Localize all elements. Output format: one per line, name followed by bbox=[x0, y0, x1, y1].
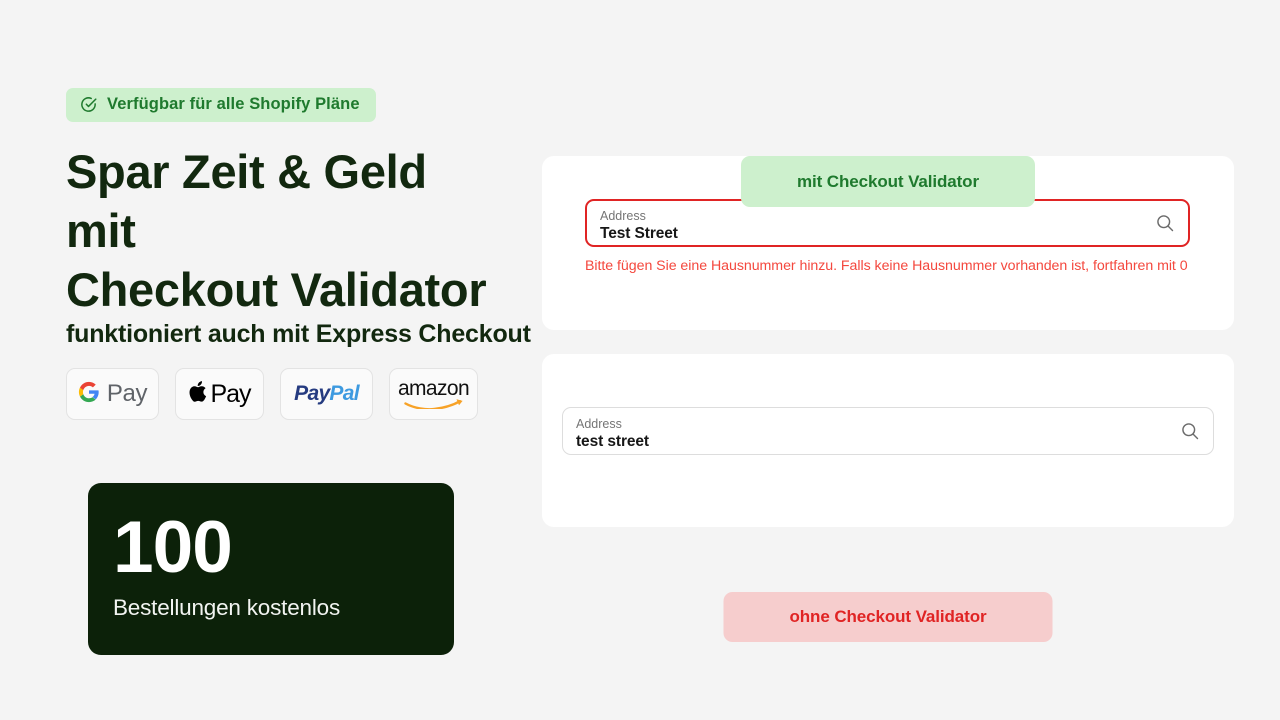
demo-badge-without-validator-label: ohne Checkout Validator bbox=[789, 607, 987, 626]
payment-methods-row: Pay Pay PayPal amazon bbox=[66, 368, 478, 420]
address-field-label: Address bbox=[600, 209, 646, 223]
payment-chip-google-pay-label: Pay bbox=[106, 380, 148, 407]
payment-chip-amazon-pay[interactable]: amazon bbox=[389, 368, 478, 420]
demo-without-validator: ohne Checkout Validator Address test str… bbox=[542, 354, 1234, 642]
amazon-smile-icon bbox=[403, 399, 464, 409]
demo-badge-with-validator-label: mit Checkout Validator bbox=[796, 171, 979, 191]
stat-label: Bestellungen kostenlos bbox=[113, 595, 341, 620]
payment-chip-paypal[interactable]: PayPal bbox=[280, 368, 373, 420]
paypal-logo-icon: PayPal bbox=[294, 382, 359, 406]
address-error-message: Bitte fügen Sie eine Hausnummer hinzu. F… bbox=[585, 258, 1188, 274]
stat-number: 100 bbox=[113, 507, 233, 588]
page-title: Spar Zeit & Geld mit Checkout Validator bbox=[66, 145, 487, 316]
payment-chip-apple-pay-label: Pay bbox=[210, 379, 251, 408]
availability-badge: Verfügbar für alle Shopify Pläne bbox=[66, 88, 376, 122]
payment-chip-apple-pay[interactable]: Pay bbox=[175, 368, 264, 420]
payment-chip-paypal-label-a: Pay bbox=[294, 382, 330, 405]
demo-card-without-validator: Address test street bbox=[542, 354, 1234, 527]
apple-logo-icon bbox=[188, 380, 207, 408]
address-field-value: Test Street bbox=[600, 225, 678, 242]
demo-with-validator: mit Checkout Validator Address Test Stre… bbox=[542, 156, 1234, 330]
demo-badge-without-validator: ohne Checkout Validator bbox=[723, 592, 1053, 642]
hero-left-column: Verfügbar für alle Shopify Pläne Spar Ze… bbox=[66, 88, 531, 655]
address-field-without-validator[interactable]: Address test street bbox=[562, 407, 1214, 455]
demo-right-column: mit Checkout Validator Address Test Stre… bbox=[542, 133, 1234, 642]
express-checkout-title: funktioniert auch mit Express Checkout bbox=[66, 320, 531, 348]
free-orders-stat-card: 100 Bestellungen kostenlos bbox=[88, 483, 454, 655]
address-field-label: Address bbox=[576, 417, 622, 431]
promo-page: Verfügbar für alle Shopify Pläne Spar Ze… bbox=[0, 0, 1280, 720]
demo-badge-with-validator: mit Checkout Validator bbox=[741, 156, 1035, 207]
check-circle-icon bbox=[79, 95, 98, 114]
address-field-value: test street bbox=[576, 433, 649, 450]
payment-chip-google-pay[interactable]: Pay bbox=[66, 368, 159, 420]
payment-chip-paypal-label-b: Pal bbox=[329, 382, 359, 405]
payment-chip-amazon-label: amazon bbox=[397, 377, 470, 400]
google-g-icon bbox=[78, 381, 100, 408]
availability-badge-label: Verfügbar für alle Shopify Pläne bbox=[107, 95, 360, 113]
